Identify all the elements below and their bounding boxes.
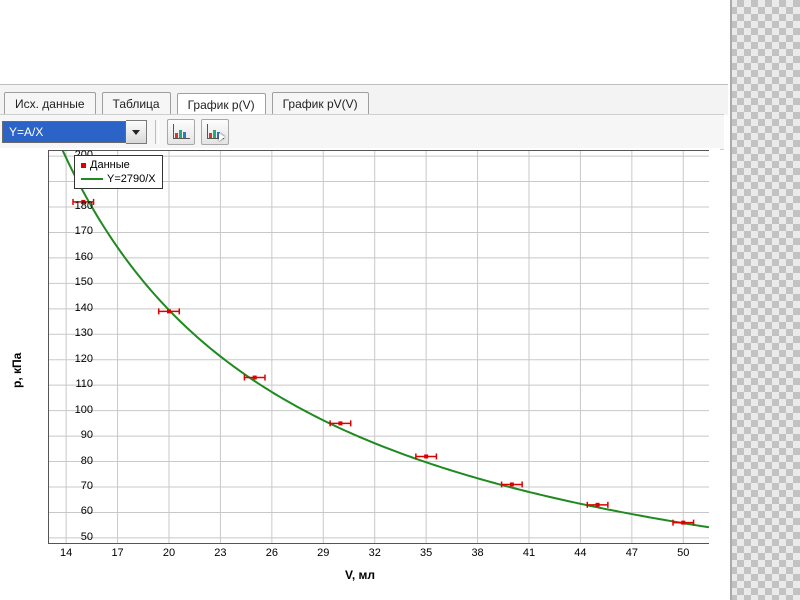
y-tick-label: 120 <box>61 353 93 365</box>
chart-area: p, кПа 14 17 20 23 26 29 32 35 38 41 44 47 50 50 60 70 8… <box>0 148 720 588</box>
chart-settings-button[interactable] <box>167 119 195 145</box>
x-tick-label: 32 <box>369 547 381 559</box>
y-tick-label: 170 <box>61 225 93 237</box>
bar-chart-icon <box>173 125 189 139</box>
x-tick-label: 14 <box>60 547 72 559</box>
y-tick-label: 80 <box>61 455 93 467</box>
y-tick-label: 50 <box>61 531 93 543</box>
chart-legend: Данные Y=2790/X <box>74 155 163 189</box>
y-tick-label: 100 <box>61 404 93 416</box>
chart-toolbar: Y=A/X <box>0 114 724 150</box>
tab-table[interactable]: Таблица <box>102 92 171 115</box>
x-tick-label: 41 <box>523 547 535 559</box>
x-tick-label: 47 <box>626 547 638 559</box>
y-tick-label: 140 <box>61 302 93 314</box>
legend-entry-data: Данные <box>81 158 156 172</box>
y-tick-label: 150 <box>61 276 93 288</box>
fit-function-value[interactable]: Y=A/X <box>2 121 126 143</box>
fit-function-combo[interactable]: Y=A/X <box>2 121 147 143</box>
x-axis-label: V, мл <box>0 568 720 582</box>
y-tick-label: 130 <box>61 327 93 339</box>
legend-label-data: Данные <box>90 158 130 172</box>
plot-region: 1417202326293235384144475050607080901001… <box>48 150 709 544</box>
legend-entry-fit: Y=2790/X <box>81 172 156 186</box>
y-tick-label: 90 <box>61 429 93 441</box>
y-axis-label: p, кПа <box>10 353 24 388</box>
legend-marker-data-icon <box>81 163 86 168</box>
tab-bar: Исх. данные Таблица График p(V) График p… <box>0 84 728 115</box>
tab-source-data[interactable]: Исх. данные <box>4 92 96 115</box>
x-tick-label: 38 <box>471 547 483 559</box>
chart-cursor-icon <box>207 125 223 139</box>
y-tick-label: 160 <box>61 251 93 263</box>
legend-label-fit: Y=2790/X <box>107 172 156 186</box>
x-tick-label: 23 <box>214 547 226 559</box>
legend-marker-fit-icon <box>81 178 103 180</box>
toolbar-separator <box>155 120 159 144</box>
y-tick-label: 70 <box>61 480 93 492</box>
x-tick-label: 17 <box>111 547 123 559</box>
x-tick-label: 26 <box>266 547 278 559</box>
y-tick-label: 60 <box>61 505 93 517</box>
window-edge-texture <box>730 0 800 600</box>
chart-cursor-button[interactable] <box>201 119 229 145</box>
y-tick-label: 180 <box>61 200 93 212</box>
plot-svg <box>49 151 709 543</box>
x-tick-label: 20 <box>163 547 175 559</box>
y-tick-label: 110 <box>61 378 93 390</box>
fit-function-dropdown-button[interactable] <box>126 120 147 144</box>
x-tick-label: 50 <box>677 547 689 559</box>
x-tick-label: 44 <box>574 547 586 559</box>
x-tick-label: 29 <box>317 547 329 559</box>
tab-graph-p-v[interactable]: График p(V) <box>177 93 266 116</box>
tab-graph-pv-v[interactable]: График pV(V) <box>272 92 369 115</box>
chevron-down-icon <box>132 130 140 135</box>
x-tick-label: 35 <box>420 547 432 559</box>
